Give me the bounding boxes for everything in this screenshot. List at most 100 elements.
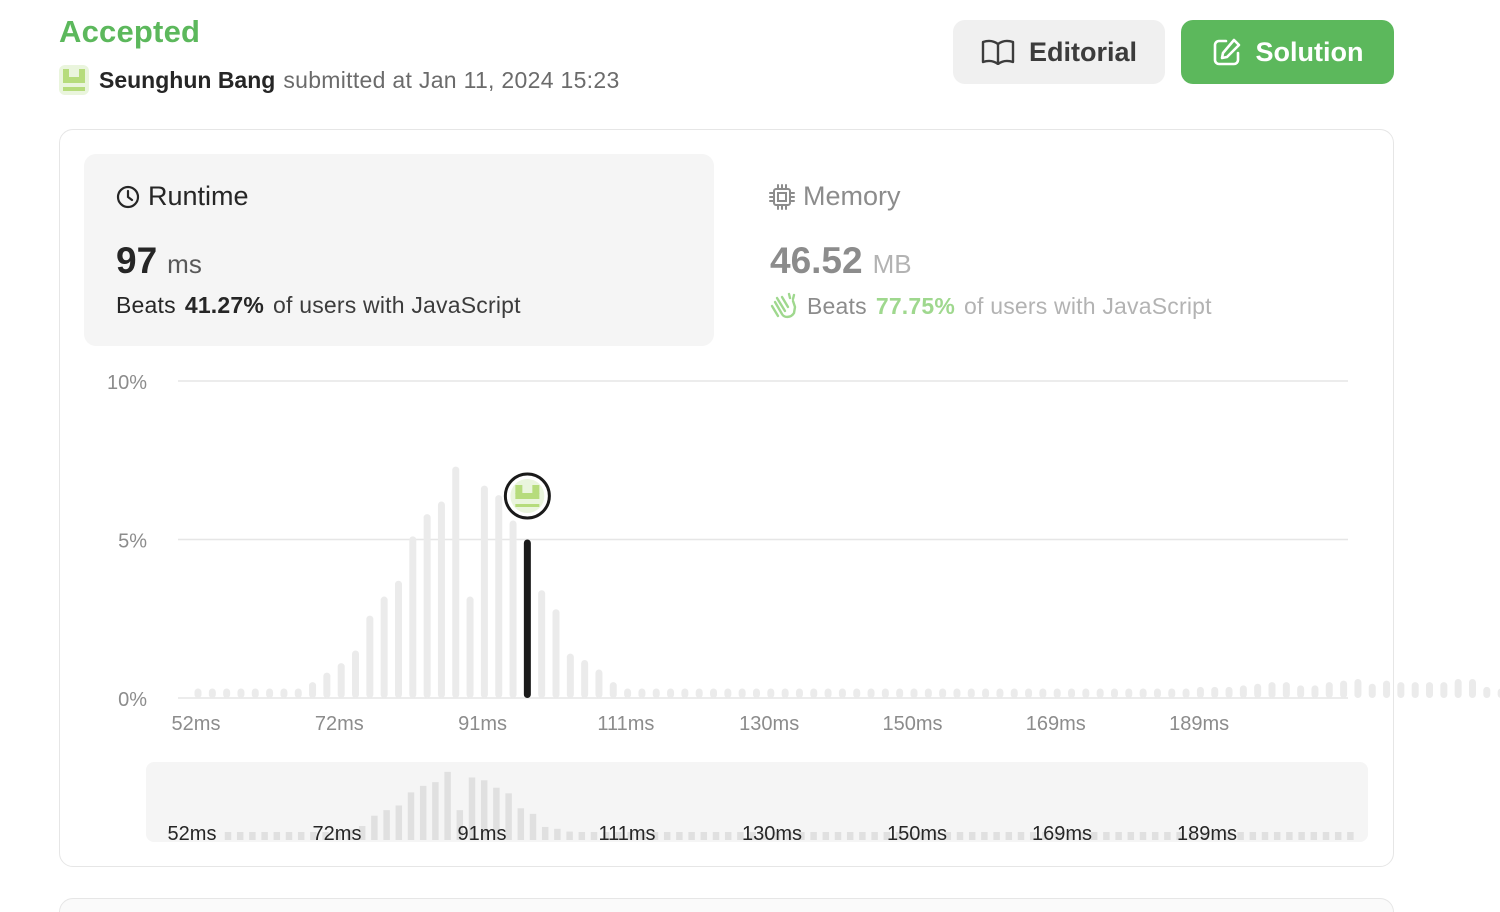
distribution-bar[interactable]: [208, 688, 216, 698]
distribution-bar[interactable]: [352, 650, 360, 698]
distribution-bar[interactable]: [910, 688, 918, 698]
distribution-bar[interactable]: [595, 669, 603, 698]
distribution-bar[interactable]: [1440, 682, 1448, 698]
distribution-bar[interactable]: [896, 688, 904, 698]
distribution-bar[interactable]: [1454, 678, 1462, 698]
distribution-bar[interactable]: [953, 688, 961, 698]
runtime-distribution-chart[interactable]: 10% 5% 0% 52ms 72ms 91ms 111ms 130ms 150ms 169ms 1…: [0, 0, 1500, 912]
distribution-bar[interactable]: [1068, 688, 1076, 698]
distribution-bar[interactable]: [967, 688, 975, 698]
distribution-bar[interactable]: [1254, 683, 1262, 698]
distribution-bar[interactable]: [1039, 688, 1047, 698]
highlight-bar[interactable]: [523, 539, 531, 699]
distribution-bar[interactable]: [924, 688, 932, 698]
distribution-bar[interactable]: [223, 688, 231, 698]
distribution-bar[interactable]: [1426, 682, 1434, 698]
distribution-bar[interactable]: [881, 688, 889, 698]
distribution-bar[interactable]: [1368, 683, 1376, 698]
distribution-bar[interactable]: [1297, 685, 1305, 698]
distribution-bar[interactable]: [280, 688, 288, 698]
distribution-bar[interactable]: [810, 688, 818, 698]
distribution-bar[interactable]: [1153, 688, 1161, 698]
distribution-bar[interactable]: [309, 682, 317, 698]
x-tick-label: 130ms: [739, 713, 799, 735]
distribution-bar[interactable]: [1025, 688, 1033, 698]
distribution-bar[interactable]: [509, 520, 517, 698]
distribution-bar[interactable]: [437, 501, 445, 698]
distribution-bar[interactable]: [566, 653, 574, 698]
distribution-bar[interactable]: [1182, 688, 1190, 698]
distribution-bar[interactable]: [1239, 685, 1247, 698]
distribution-bar[interactable]: [552, 609, 560, 698]
distribution-bar[interactable]: [867, 688, 875, 698]
distribution-bar[interactable]: [1010, 688, 1018, 698]
distribution-bar[interactable]: [1211, 686, 1219, 698]
distribution-bar[interactable]: [996, 688, 1004, 698]
distribution-bar[interactable]: [1468, 678, 1476, 698]
avatar-icon-part: [515, 504, 540, 507]
distribution-bar[interactable]: [982, 688, 990, 698]
distribution-bar[interactable]: [380, 596, 388, 698]
distribution-bar[interactable]: [939, 688, 947, 698]
distribution-bar[interactable]: [294, 688, 302, 698]
distribution-bar[interactable]: [752, 688, 760, 698]
distribution-bar[interactable]: [681, 688, 689, 698]
distribution-bar[interactable]: [1354, 678, 1362, 698]
distribution-bar[interactable]: [581, 659, 589, 698]
distribution-bar[interactable]: [1225, 686, 1233, 698]
distribution-bar[interactable]: [738, 688, 746, 698]
distribution-bar[interactable]: [394, 580, 402, 698]
distribution-bar[interactable]: [638, 688, 646, 698]
distribution-bar[interactable]: [1282, 682, 1290, 698]
overview-bar: [1164, 832, 1171, 840]
distribution-bar[interactable]: [781, 688, 789, 698]
distribution-bar[interactable]: [1053, 688, 1061, 698]
distribution-bar[interactable]: [266, 688, 274, 698]
distribution-bar[interactable]: [609, 682, 617, 698]
distribution-bar[interactable]: [1325, 682, 1333, 698]
distribution-bar[interactable]: [1411, 682, 1419, 698]
distribution-bar[interactable]: [1268, 682, 1276, 698]
distribution-bar[interactable]: [1125, 688, 1133, 698]
distribution-bar[interactable]: [710, 688, 718, 698]
overview-bar: [541, 826, 549, 840]
distribution-bar[interactable]: [652, 688, 660, 698]
distribution-bar[interactable]: [1168, 688, 1176, 698]
distribution-bar[interactable]: [1110, 688, 1118, 698]
distribution-bar[interactable]: [1196, 686, 1204, 698]
distribution-bar[interactable]: [1082, 688, 1090, 698]
distribution-bar[interactable]: [1483, 686, 1491, 698]
distribution-bar[interactable]: [724, 688, 732, 698]
distribution-bar[interactable]: [366, 615, 374, 698]
distribution-bar[interactable]: [538, 590, 546, 698]
distribution-bar[interactable]: [194, 688, 202, 698]
distribution-bar[interactable]: [323, 672, 331, 698]
distribution-bar[interactable]: [795, 688, 803, 698]
overview-bar: [834, 832, 842, 840]
distribution-bar[interactable]: [1383, 680, 1391, 698]
distribution-bar[interactable]: [1397, 682, 1405, 698]
distribution-bar[interactable]: [824, 688, 832, 698]
distribution-bar[interactable]: [1340, 680, 1348, 698]
distribution-bar[interactable]: [466, 596, 474, 698]
overview-bar: [676, 832, 683, 840]
next-section-card: [59, 898, 1394, 912]
distribution-bar[interactable]: [695, 688, 703, 698]
distribution-bar[interactable]: [667, 688, 675, 698]
distribution-bar[interactable]: [1311, 685, 1319, 698]
distribution-bar[interactable]: [624, 688, 632, 698]
distribution-bar[interactable]: [838, 688, 846, 698]
distribution-bar[interactable]: [337, 663, 345, 698]
distribution-bar[interactable]: [251, 688, 259, 698]
distribution-bar[interactable]: [495, 495, 503, 698]
distribution-bar[interactable]: [423, 514, 431, 698]
distribution-bar[interactable]: [853, 688, 861, 698]
distribution-bar[interactable]: [409, 536, 417, 698]
distribution-bar[interactable]: [1096, 688, 1104, 698]
distribution-bar[interactable]: [480, 485, 488, 698]
overview-bar: [1298, 832, 1305, 840]
distribution-bar[interactable]: [452, 466, 460, 698]
distribution-bar[interactable]: [1139, 688, 1147, 698]
distribution-bar[interactable]: [237, 688, 245, 698]
distribution-bar[interactable]: [767, 688, 775, 698]
